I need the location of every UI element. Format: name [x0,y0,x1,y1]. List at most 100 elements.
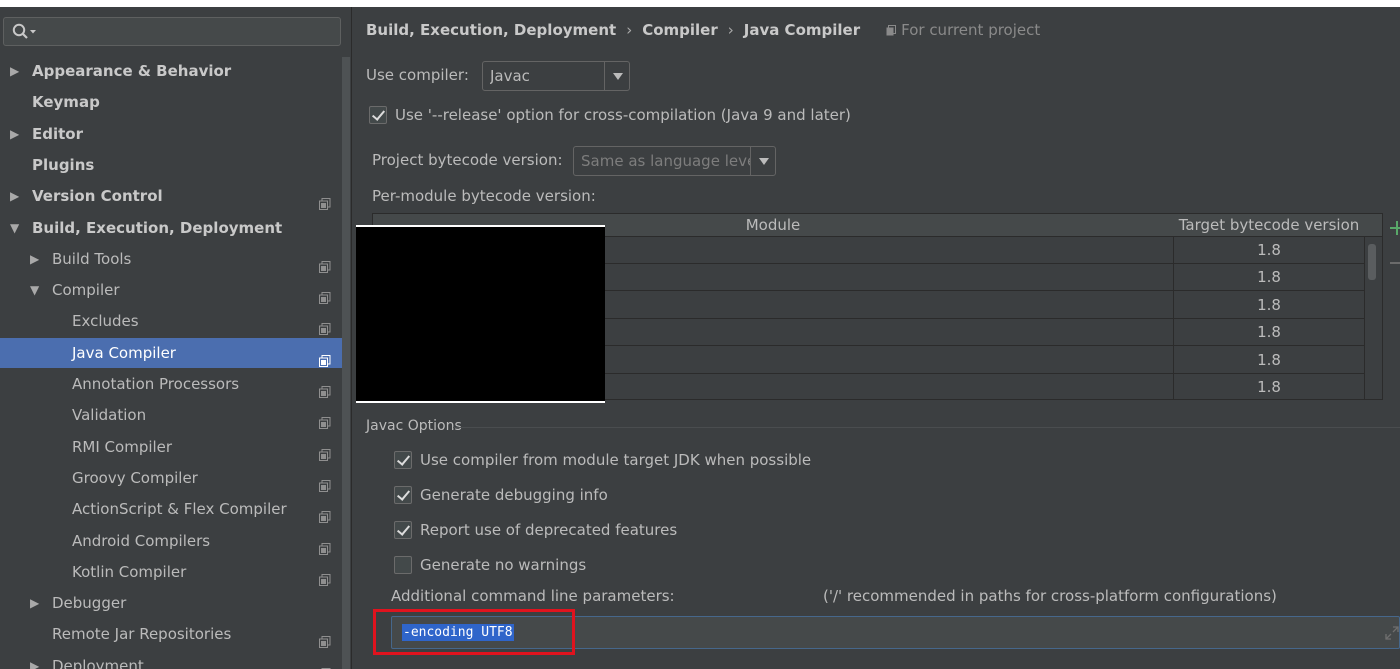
window-top-strip [0,0,1400,7]
scope-note: For current project [886,21,1040,39]
target-bytecode-cell[interactable]: 1.8 [1174,296,1364,314]
sidebar-item[interactable]: Kotlin Compiler [0,557,342,587]
sidebar-item[interactable]: ▶ Editor [0,119,342,149]
per-module-label: Per-module bytecode version: [372,187,596,205]
sidebar-item[interactable]: ▶ Debugger [0,588,342,618]
sidebar-item[interactable]: ▶ Build Tools [0,244,342,274]
target-bytecode-cell[interactable]: 1.8 [1174,268,1364,286]
breadcrumb-separator: › [626,21,633,39]
sidebar-item[interactable]: Keymap [0,87,342,117]
sidebar-item-label: Build, Execution, Deployment [32,218,283,237]
sidebar-item-label: Appearance & Behavior [32,62,232,80]
scrollbar-thumb[interactable] [1368,244,1376,280]
release-option-checkbox[interactable] [369,106,387,124]
column-header-target[interactable]: Target bytecode version [1174,216,1364,234]
project-scope-icon [319,315,331,336]
javac-option-checkbox[interactable] [394,556,412,574]
sidebar-item-label: Android Compilers [72,531,211,550]
sidebar-item-label: Kotlin Compiler [72,562,187,581]
javac-option-label: Generate no warnings [420,556,587,574]
collapsed-arrow-icon[interactable]: ▶ [10,56,24,86]
sidebar-item-label: Validation [72,406,147,425]
javac-option-checkbox[interactable] [394,521,412,539]
sidebar-item-label: Version Control [32,187,163,206]
redaction-block [356,225,605,403]
chevron-down-icon[interactable] [604,62,629,90]
sidebar-item[interactable]: Annotation Processors [0,369,342,399]
sidebar-item[interactable]: Groovy Compiler [0,463,342,493]
add-icon[interactable] [1390,221,1400,235]
sidebar-item[interactable]: ▶ Deployment [0,651,342,669]
sidebar-item[interactable]: RMI Compiler [0,432,342,462]
remove-icon[interactable] [1390,262,1400,264]
sidebar-item[interactable]: ▶ Version Control [0,181,342,211]
sidebar-item[interactable]: ActionScript & Flex Compiler [0,494,342,524]
target-bytecode-cell[interactable]: 1.8 [1174,323,1364,341]
scope-label: For current project [901,21,1041,39]
javac-option-checkbox[interactable] [394,451,412,469]
target-bytecode-cell[interactable]: 1.8 [1174,378,1364,396]
sidebar-item-label: Annotation Processors [72,375,240,393]
sidebar-item-label: RMI Compiler [72,437,173,456]
breadcrumb-separator: › [727,21,734,39]
sidebar-item[interactable]: Validation [0,400,342,430]
settings-sidebar: ▶ Appearance & Behavior Keymap ▶ Editor Plugi… [0,7,352,669]
expand-icon[interactable] [1385,626,1399,640]
project-scope-icon [319,441,331,461]
javac-option-checkbox[interactable] [394,486,412,504]
sidebar-item-label: Editor [32,124,83,143]
project-scope-icon [319,566,331,586]
project-scope-icon [319,660,331,669]
chevron-down-icon[interactable] [750,147,775,175]
annotation-highlight-box [373,609,575,655]
sidebar-item-label: ActionScript & Flex Compiler [72,500,287,519]
sidebar-item-label: Excludes [72,312,139,331]
use-compiler-label: Use compiler: [366,66,469,84]
sidebar-item-label: Compiler [52,281,120,300]
project-scope-icon [319,628,331,649]
collapsed-arrow-icon[interactable]: ▶ [10,119,24,149]
sidebar-item[interactable]: ▼ Build, Execution, Deployment [0,213,342,243]
settings-content: Build, Execution, Deployment › Compiler › Ja… [353,7,1400,669]
javac-options-title: Javac Options [366,418,462,434]
collapsed-arrow-icon[interactable]: ▶ [10,181,24,211]
project-scope-icon [319,409,331,430]
table-scrollbar[interactable] [1364,237,1382,399]
sidebar-item-label: Java Compiler [72,343,176,362]
project-bytecode-value: Same as language leve [581,152,751,170]
project-scope-icon [319,503,331,524]
sidebar-item[interactable]: Plugins [0,150,342,180]
project-scope-icon [319,284,331,305]
sidebar-item-label: Build Tools [52,249,132,268]
column-divider [1173,237,1174,399]
search-input[interactable] [3,17,341,46]
sidebar-scrollbar[interactable] [342,57,350,669]
compiler-select[interactable]: Javac [482,61,630,91]
release-option-label: Use '--release' option for cross-compila… [395,106,851,124]
collapsed-arrow-icon[interactable]: ▶ [30,244,44,274]
expanded-arrow-icon[interactable]: ▼ [10,213,24,243]
target-bytecode-cell[interactable]: 1.8 [1174,351,1364,369]
project-bytecode-select[interactable]: Same as language leve [573,146,776,176]
compiler-select-value: Javac [490,67,530,85]
sidebar-item[interactable]: ▶ Appearance & Behavior [0,56,342,86]
sidebar-item[interactable]: Java Compiler [0,337,342,368]
sidebar-item-label: Remote Jar Repositories [52,625,232,644]
javac-option-label: Use compiler from module target JDK when… [420,451,812,469]
project-scope-icon [319,190,331,211]
collapsed-arrow-icon[interactable]: ▶ [30,588,44,618]
javac-option-label: Report use of deprecated features [420,521,678,539]
target-bytecode-cell[interactable]: 1.8 [1174,241,1364,259]
sidebar-item[interactable]: Remote Jar Repositories [0,619,342,649]
javac-option-label: Generate debugging info [420,486,608,504]
sidebar-item-label: Plugins [32,155,95,174]
sidebar-item[interactable]: Android Compilers [0,526,342,556]
sidebar-item[interactable]: ▼ Compiler [0,275,342,305]
breadcrumb-item-compiler: Compiler [642,21,718,39]
project-scope-icon [319,347,331,367]
expanded-arrow-icon[interactable]: ▼ [30,275,44,305]
params-label: Additional command line parameters: [391,587,675,605]
sidebar-item[interactable]: Excludes [0,306,342,336]
params-hint: ('/' recommended in paths for cross-plat… [823,587,1277,605]
collapsed-arrow-icon[interactable]: ▶ [30,651,44,669]
